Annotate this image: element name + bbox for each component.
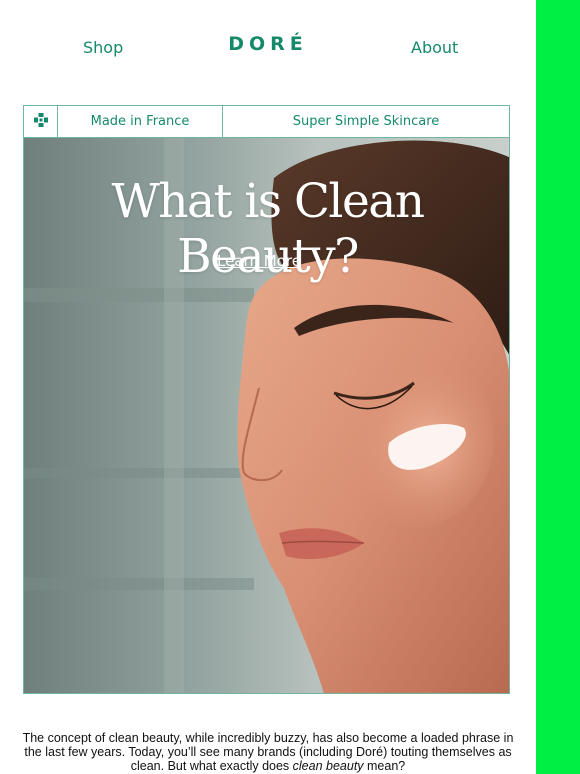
accent-side-bar xyxy=(536,0,580,774)
tagline-label: Super Simple Skincare xyxy=(292,114,440,129)
strip-icon-cell xyxy=(24,106,58,137)
green-cross-icon xyxy=(33,112,48,131)
email-page: Shop DORÉ About Made in France Super Sim… xyxy=(0,0,580,774)
intro-paragraph: The concept of clean beauty, while incre… xyxy=(20,731,516,773)
learn-more-link[interactable]: Learn More xyxy=(24,252,494,270)
intro-text-end: mean? xyxy=(363,759,406,773)
hero-banner[interactable]: What is Clean Beauty? Learn More xyxy=(23,138,510,694)
info-strip: Made in France Super Simple Skincare xyxy=(23,105,510,138)
top-nav: Shop DORÉ About xyxy=(0,0,536,100)
intro-text-emphasis: clean beauty xyxy=(292,759,364,773)
intro-text-start: The concept of clean beauty, while incre… xyxy=(22,731,514,773)
made-in-france-label: Made in France xyxy=(58,106,223,137)
nav-about-link[interactable]: About xyxy=(411,38,458,57)
